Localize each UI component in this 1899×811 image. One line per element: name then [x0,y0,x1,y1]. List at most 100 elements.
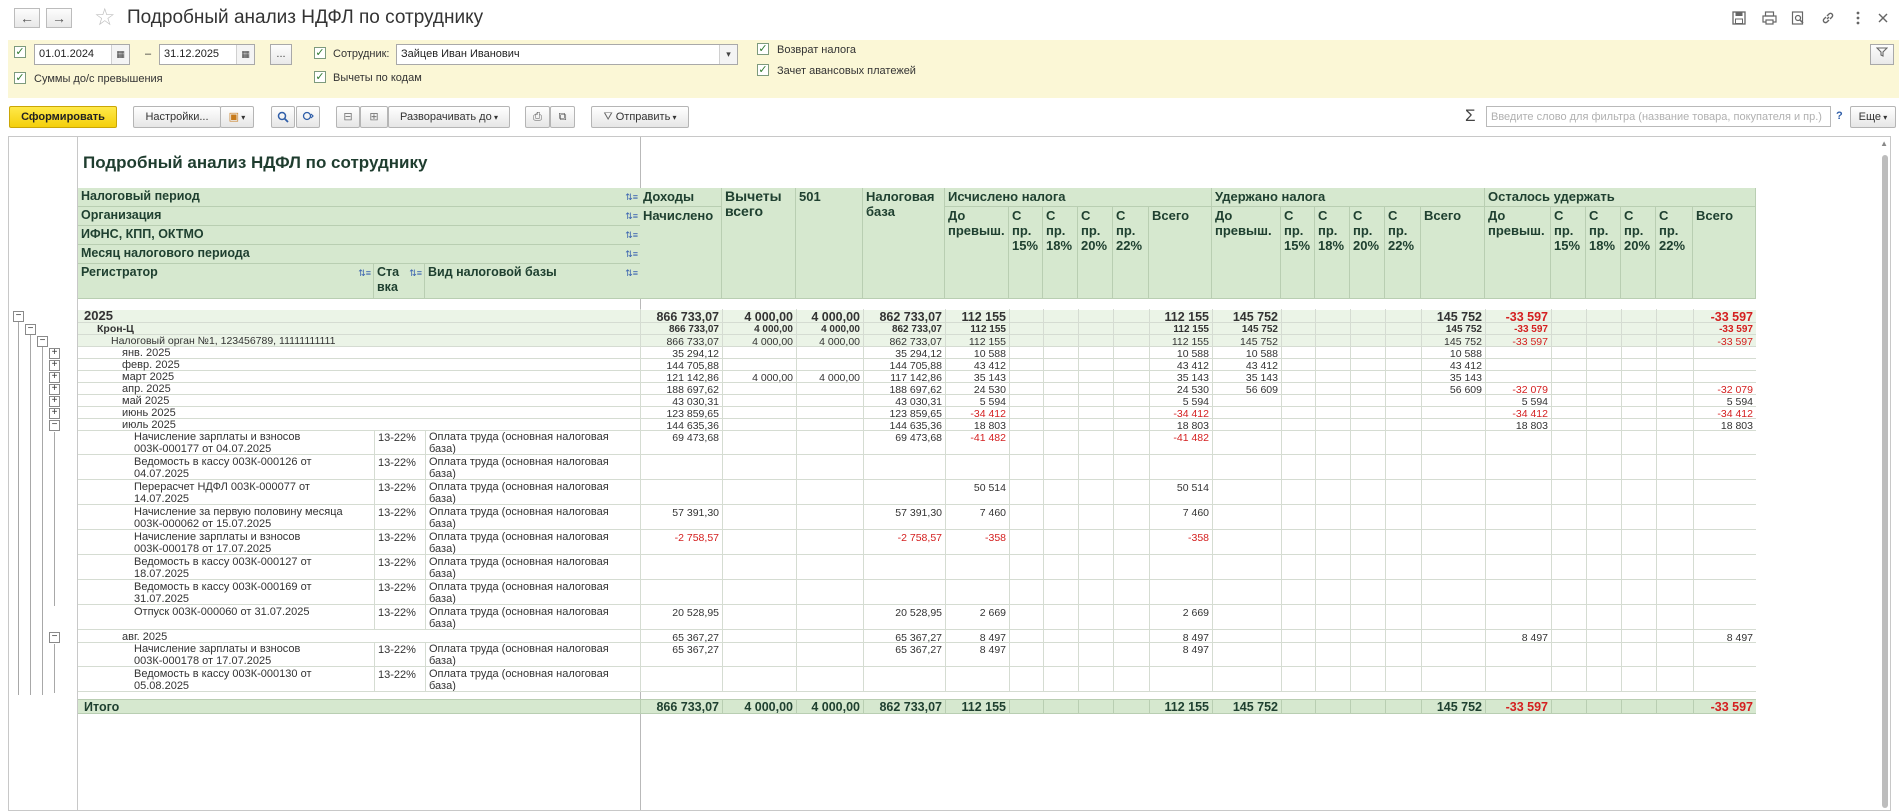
expand-to-button[interactable]: Разворачивать до ▾ [388,106,510,128]
value-cell: 20 528,95 [863,605,945,630]
more-vertical-icon[interactable] [1847,7,1869,29]
value-cell [1551,605,1586,630]
print-button[interactable]: ⎙ [525,106,550,128]
refund-checkbox[interactable]: ✓ [757,43,769,55]
sigma-icon[interactable]: Σ [1465,106,1476,126]
value-cell [1385,667,1421,692]
variants-button[interactable]: ▣ ▾ [220,106,254,128]
date-to-field[interactable]: 31.12.2025 ▦ [159,44,255,65]
value-cell [1350,667,1385,692]
period-select-button[interactable]: ... [270,44,292,65]
vertical-scrollbar[interactable] [1882,155,1888,808]
value-cell [1656,309,1693,323]
value-cell [1485,430,1551,455]
find-next-button[interactable] [296,106,320,128]
sort-icon[interactable]: ⇅≡ [625,209,638,224]
date-from-field[interactable]: 01.01.2024 ▦ [34,44,130,65]
advance-checkbox[interactable]: ✓ [757,64,769,76]
value-cell [796,430,863,455]
more-button[interactable]: Еще ▾ [1850,106,1896,128]
header-withheld-w15: С пр. 15% [1281,207,1315,299]
save-icon[interactable] [1728,7,1750,29]
calendar-icon[interactable]: ▦ [236,45,254,64]
value-cell [945,555,1009,580]
help-icon[interactable]: ? [1836,110,1843,122]
value-cell [1078,505,1113,530]
print-icon: ⎙ [533,111,542,123]
preview-icon[interactable] [1787,7,1809,29]
value-cell: -41 482 [1149,430,1212,455]
value-cell [1043,430,1078,455]
forward-button[interactable]: → [46,8,72,28]
favorite-star-icon[interactable]: ☆ [94,4,116,32]
employee-checkbox[interactable]: ✓ [314,47,326,59]
expand-icon[interactable]: + [49,396,60,407]
print-icon[interactable] [1758,7,1780,29]
collapse-icon[interactable]: − [49,632,60,643]
search-input[interactable] [1486,106,1831,127]
expand-icon[interactable]: + [49,384,60,395]
value-cell [1693,605,1756,630]
expand-icon[interactable]: + [49,408,60,419]
value-cell [1078,480,1113,505]
send-button[interactable]: ⛛ Отправить ▾ [591,106,689,128]
sort-icon[interactable]: ⇅≡ [358,266,371,281]
expand-icon[interactable]: + [49,348,60,359]
print-preview-button[interactable]: ⧉ [550,106,575,128]
total-value-cell [1043,699,1078,714]
sort-icon[interactable]: ⇅≡ [625,247,638,262]
calendar-icon[interactable]: ▦ [111,45,129,64]
report-spreadsheet[interactable]: Подробный анализ НДФЛ по сотруднику Нало… [8,136,1891,811]
value-cell [1586,555,1621,580]
sort-icon[interactable]: ⇅≡ [409,266,422,281]
total-value-cell: 4 000,00 [722,699,796,714]
row-base-kind: Оплата труда (основная налоговая база) [425,667,641,691]
value-cell [1485,480,1551,505]
value-cell [1315,455,1350,480]
row-rate: 13-22% [374,530,425,554]
find-button[interactable] [271,106,295,128]
close-icon[interactable] [1872,7,1894,29]
value-cell [1078,605,1113,630]
value-cell [1212,430,1281,455]
collapse-icon[interactable]: − [13,311,24,322]
value-cell [796,505,863,530]
total-value-cell: 112 155 [945,699,1009,714]
header-accrued: Начислено [640,207,722,299]
generate-button[interactable]: Сформировать [9,106,117,128]
settings-button[interactable]: Настройки... [133,106,221,128]
value-cell [1149,455,1212,480]
value-cell [1656,667,1693,692]
value-cell [1149,555,1212,580]
chevron-down-icon[interactable]: ▾ [719,45,737,64]
collapse-icon[interactable]: − [49,420,60,431]
expand-icon[interactable]: + [49,360,60,371]
employee-field[interactable]: Зайцев Иван Иванович ▾ [396,44,738,65]
expand-icon[interactable]: + [49,372,60,383]
value-cell [1009,667,1043,692]
sort-icon[interactable]: ⇅≡ [625,190,638,205]
sort-icon[interactable]: ⇅≡ [625,228,638,243]
sort-icon[interactable]: ⇅≡ [625,266,638,281]
value-cell [1656,605,1693,630]
collapse-icon[interactable]: − [25,324,36,335]
value-cell [1315,530,1350,555]
link-icon[interactable] [1817,7,1839,29]
value-cell: 7 460 [1149,505,1212,530]
value-cell [1621,555,1656,580]
period-checkbox[interactable]: ✓ [14,46,26,58]
row-label: Ведомость в кассу 003К-000127 от 18.07.2… [134,556,312,580]
collapse-icon[interactable]: − [37,336,48,347]
total-value-cell: 862 733,07 [863,699,945,714]
filter-toggle-button[interactable] [1870,44,1894,65]
send-label: Отправить [615,111,671,123]
back-button[interactable]: ← [14,8,40,28]
sums-checkbox[interactable]: ✓ [14,72,26,84]
collapse-groups-button[interactable]: ⊟ [336,106,360,128]
expand-groups-button[interactable]: ⊞ [360,106,388,128]
tree-line [30,330,31,695]
value-cell [1315,309,1350,323]
deductions-checkbox[interactable]: ✓ [314,71,326,83]
value-cell [1009,605,1043,630]
scroll-up-icon[interactable]: ▲ [1880,139,1888,148]
